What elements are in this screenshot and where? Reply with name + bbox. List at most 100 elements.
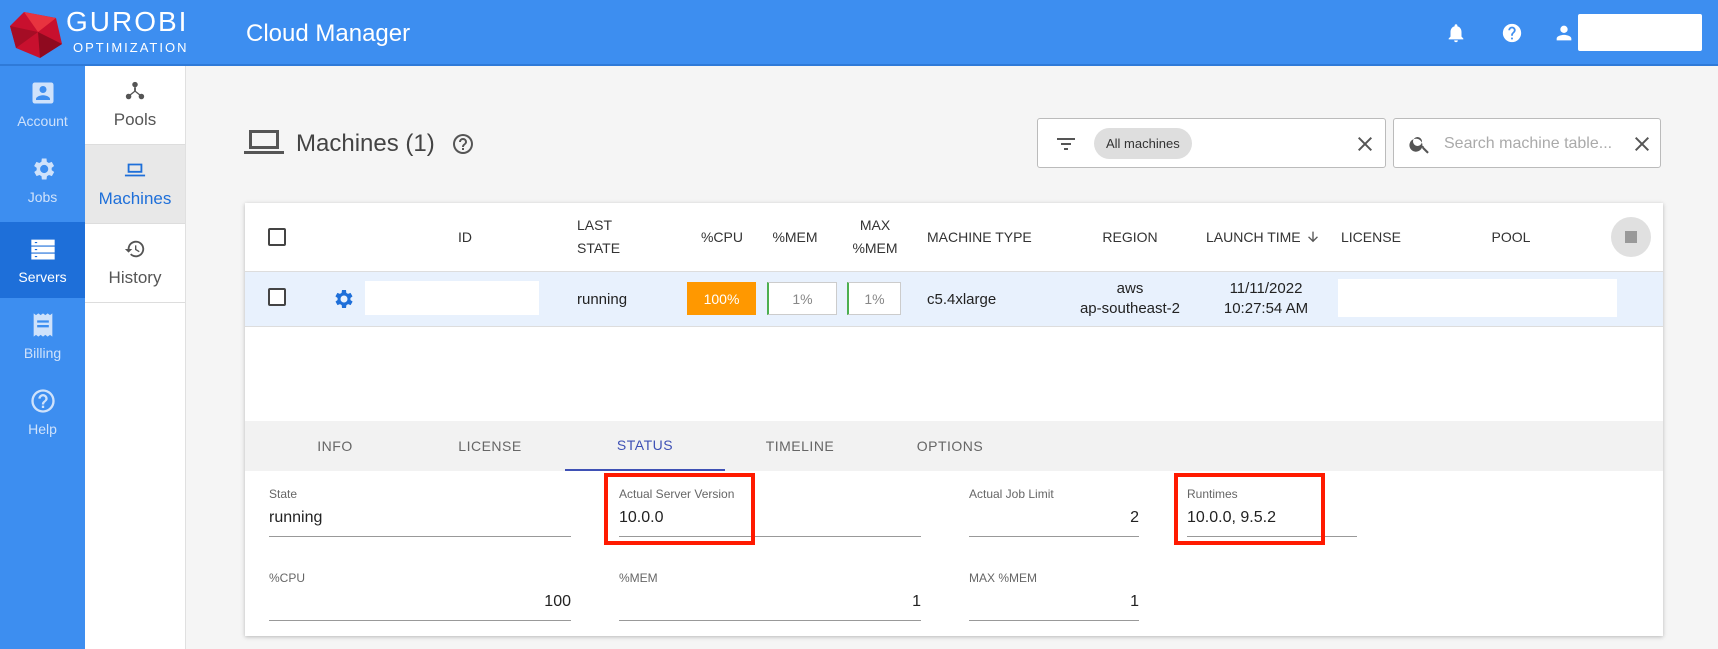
gear-icon — [33, 158, 54, 180]
brand-name: GUROBI — [66, 6, 189, 37]
subnav-history-label: History — [108, 268, 162, 287]
col-header-max-mem-line1: MAX — [859, 217, 891, 233]
highlight-runtimes — [1174, 473, 1325, 545]
page-title: Machines (1) — [296, 130, 435, 157]
cell-launch-date: 11/11/2022 — [1229, 280, 1303, 297]
cell-region-name: ap-southeast-2 — [1079, 300, 1181, 317]
col-header-cpu[interactable]: %CPU — [687, 203, 757, 271]
subnav-history[interactable]: History — [85, 224, 185, 303]
detail-tabs: INFO LICENSE STATUS TIMELINE OPTIONS — [245, 421, 1663, 471]
help-circle-icon[interactable] — [1499, 20, 1525, 46]
laptop-icon — [244, 127, 284, 162]
subnav-machines-label: Machines — [98, 189, 172, 208]
filter-chip[interactable]: All machines — [1094, 128, 1192, 159]
select-all-checkbox[interactable] — [268, 228, 286, 246]
field-mem: %MEM 1 — [619, 571, 921, 621]
billing-icon — [33, 313, 52, 337]
main-nav-rail: Account Jobs Servers Billing Help — [0, 66, 85, 649]
field-job-limit-label: Actual Job Limit — [969, 487, 1054, 501]
gurobi-logo — [10, 12, 62, 58]
help-outline-icon[interactable] — [451, 132, 475, 156]
field-mem-label: %MEM — [619, 571, 658, 585]
machines-card: ID LAST STATE %CPU %MEM MAX %MEM MACHINE T… — [245, 203, 1663, 636]
tab-status[interactable]: STATUS — [565, 421, 725, 471]
field-state-value: running — [269, 509, 323, 526]
subnav-machines[interactable]: Machines — [85, 145, 185, 224]
nav-account-label: Account — [17, 113, 68, 129]
nav-jobs[interactable]: Jobs — [0, 142, 85, 218]
field-state: State running — [269, 487, 571, 537]
subnav-pools-label: Pools — [113, 110, 157, 129]
field-max-mem: MAX %MEM 1 — [969, 571, 1139, 621]
field-mem-value: 1 — [912, 593, 921, 610]
servers-icon — [30, 239, 55, 260]
field-state-label: State — [269, 487, 298, 501]
filter-box[interactable]: All machines — [1037, 118, 1386, 168]
stop-button[interactable] — [1611, 217, 1651, 257]
servers-subnav: Pools Machines History — [85, 66, 186, 649]
arrow-down-icon — [1307, 231, 1318, 243]
search-input[interactable] — [1444, 131, 1624, 157]
col-header-max-mem-line2: %MEM — [852, 240, 898, 256]
tab-timeline[interactable]: TIMELINE — [735, 421, 865, 471]
col-header-max-mem[interactable]: MAX %MEM — [845, 203, 905, 271]
close-icon[interactable] — [1630, 132, 1654, 156]
field-max-mem-label: MAX %MEM — [969, 571, 1038, 585]
nav-billing-label: Billing — [23, 345, 62, 361]
laptop-icon — [124, 163, 146, 177]
filter-icon[interactable] — [1054, 132, 1078, 156]
cell-launch-clock: 10:27:54 AM — [1223, 300, 1309, 317]
nav-help-label: Help — [28, 421, 57, 437]
history-icon — [124, 240, 145, 258]
col-header-launch-time[interactable]: LAUNCH TIME — [1206, 203, 1326, 271]
field-cpu: %CPU 100 — [269, 571, 571, 621]
col-header-last-state-line2: STATE — [577, 240, 621, 256]
nav-servers[interactable]: Servers — [0, 222, 85, 298]
cell-launch-time: 11/11/2022 10:27:54 AM — [1206, 272, 1326, 326]
col-header-pool[interactable]: POOL — [1481, 203, 1541, 271]
cell-state: running — [577, 290, 628, 308]
table-row[interactable]: running 100% 1% 1% c5.4xlarge aws ap-sout… — [245, 271, 1663, 327]
col-header-mem[interactable]: %MEM — [765, 203, 825, 271]
nav-jobs-label: Jobs — [27, 189, 58, 205]
tab-options[interactable]: OPTIONS — [885, 421, 1015, 471]
top-header: GUROBI OPTIMIZATION Cloud Manager — [0, 0, 1718, 66]
col-header-region[interactable]: REGION — [1075, 203, 1185, 271]
username-box[interactable] — [1578, 14, 1702, 51]
pools-icon — [125, 81, 145, 100]
tab-info[interactable]: INFO — [280, 421, 390, 471]
highlight-server-version — [604, 473, 755, 545]
page-heading: Machines (1) — [244, 124, 475, 164]
machine-id-redacted — [365, 281, 539, 315]
search-icon — [1408, 132, 1432, 156]
cell-machine-type: c5.4xlarge — [927, 290, 997, 308]
search-box — [1393, 118, 1661, 168]
cell-region: aws ap-southeast-2 — [1075, 272, 1185, 326]
field-job-limit-value: 2 — [1130, 509, 1139, 526]
bell-icon[interactable] — [1443, 20, 1469, 46]
cpu-usage-bar: 100% — [687, 282, 756, 315]
field-cpu-value: 100 — [544, 593, 571, 610]
subnav-pools[interactable]: Pools — [85, 66, 185, 145]
nav-billing[interactable]: Billing — [0, 298, 85, 374]
field-max-mem-value: 1 — [1130, 593, 1139, 610]
nav-servers-label: Servers — [18, 269, 67, 285]
app-title: Cloud Manager — [246, 20, 411, 47]
mem-usage-bar: 1% — [767, 282, 837, 315]
cell-region-provider: aws — [1116, 280, 1144, 297]
user-icon[interactable] — [1551, 20, 1577, 46]
col-header-machine-type[interactable]: MACHINE TYPE — [927, 203, 1047, 271]
account-icon — [32, 82, 53, 104]
gear-icon[interactable] — [331, 287, 355, 311]
close-icon[interactable] — [1353, 132, 1377, 156]
tab-license[interactable]: LICENSE — [425, 421, 555, 471]
col-header-last-state[interactable]: LAST STATE — [577, 203, 657, 271]
col-header-launch-time-label: LAUNCH TIME — [1206, 228, 1301, 245]
col-header-id[interactable]: ID — [425, 203, 505, 271]
field-job-limit: Actual Job Limit 2 — [969, 487, 1139, 537]
col-header-license[interactable]: LICENSE — [1341, 203, 1421, 271]
nav-account[interactable]: Account — [0, 66, 85, 142]
field-cpu-label: %CPU — [269, 571, 306, 585]
row-checkbox[interactable] — [268, 288, 286, 306]
nav-help[interactable]: Help — [0, 374, 85, 450]
